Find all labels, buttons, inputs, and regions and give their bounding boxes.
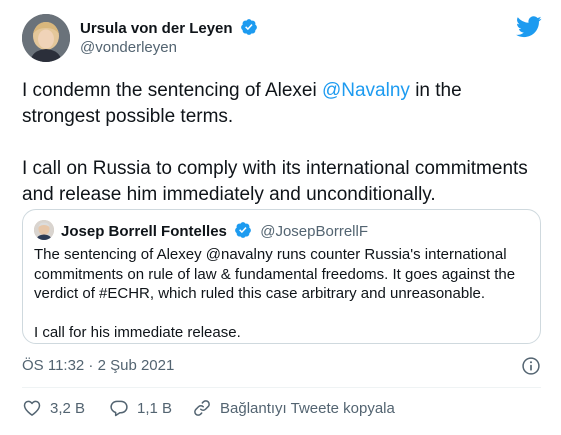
quoted-author-avatar [34,220,54,240]
tweet-text: I condemn the sentencing of Alexei @Nava… [22,78,542,208]
tweet-actions: 3,2 B 1,1 B Bağlantıyı Tweete kopyala [22,396,541,420]
twitter-bird-icon[interactable] [516,16,542,38]
quoted-author-handle: @JosepBorrellF [260,223,368,240]
tweet-card: Ursula von der Leyen @vonderleyen I cond… [0,0,561,435]
divider [22,387,541,388]
quoted-author-name: Josep Borrell Fontelles @JosepBorrellF [61,221,368,240]
quoted-tweet-text: The sentencing of Alexey @navalny runs c… [34,245,534,343]
tweet-timestamp[interactable]: ÖS 11:32 · 2 Şub 2021 [22,357,174,374]
quoted-paragraph-1: The sentencing of Alexey @navalny runs c… [34,246,516,302]
reply-icon [110,400,128,417]
copy-link-label: Bağlantıyı Tweete kopyala [220,399,395,417]
tweet-header: Ursula von der Leyen @vonderleyen [22,14,542,62]
link-icon [194,400,210,416]
like-count: 3,2 B [50,399,86,417]
quoted-tweet[interactable]: Josep Borrell Fontelles @JosepBorrellF T… [22,209,541,344]
author-avatar[interactable] [22,14,70,62]
like-button[interactable]: 3,2 B [22,396,85,420]
reply-button[interactable]: 1,1 B [109,396,172,420]
quoted-paragraph-2: I call for his immediate release. [34,324,241,341]
tweet-paragraph-1: I condemn the sentencing of Alexei @Nava… [22,78,542,130]
author-name[interactable]: Ursula von der Leyen [80,18,258,37]
copy-link-button[interactable]: Bağlantıyı Tweete kopyala [192,396,395,420]
tweet-paragraph-2: I call on Russia to comply with its inte… [22,158,528,205]
heart-icon [23,400,41,416]
mention-link[interactable]: @Navalny [322,80,410,101]
verified-badge-icon [240,19,257,35]
verified-badge-icon [235,222,251,238]
tweet-text-part: I condemn the sentencing of Alexei [22,80,322,101]
quoted-author-name-text: Josep Borrell Fontelles [61,223,227,240]
author-name-text[interactable]: Ursula von der Leyen [80,20,233,37]
author-handle[interactable]: @vonderleyen [80,39,177,56]
reply-count: 1,1 B [137,399,173,417]
info-icon[interactable] [521,356,541,376]
